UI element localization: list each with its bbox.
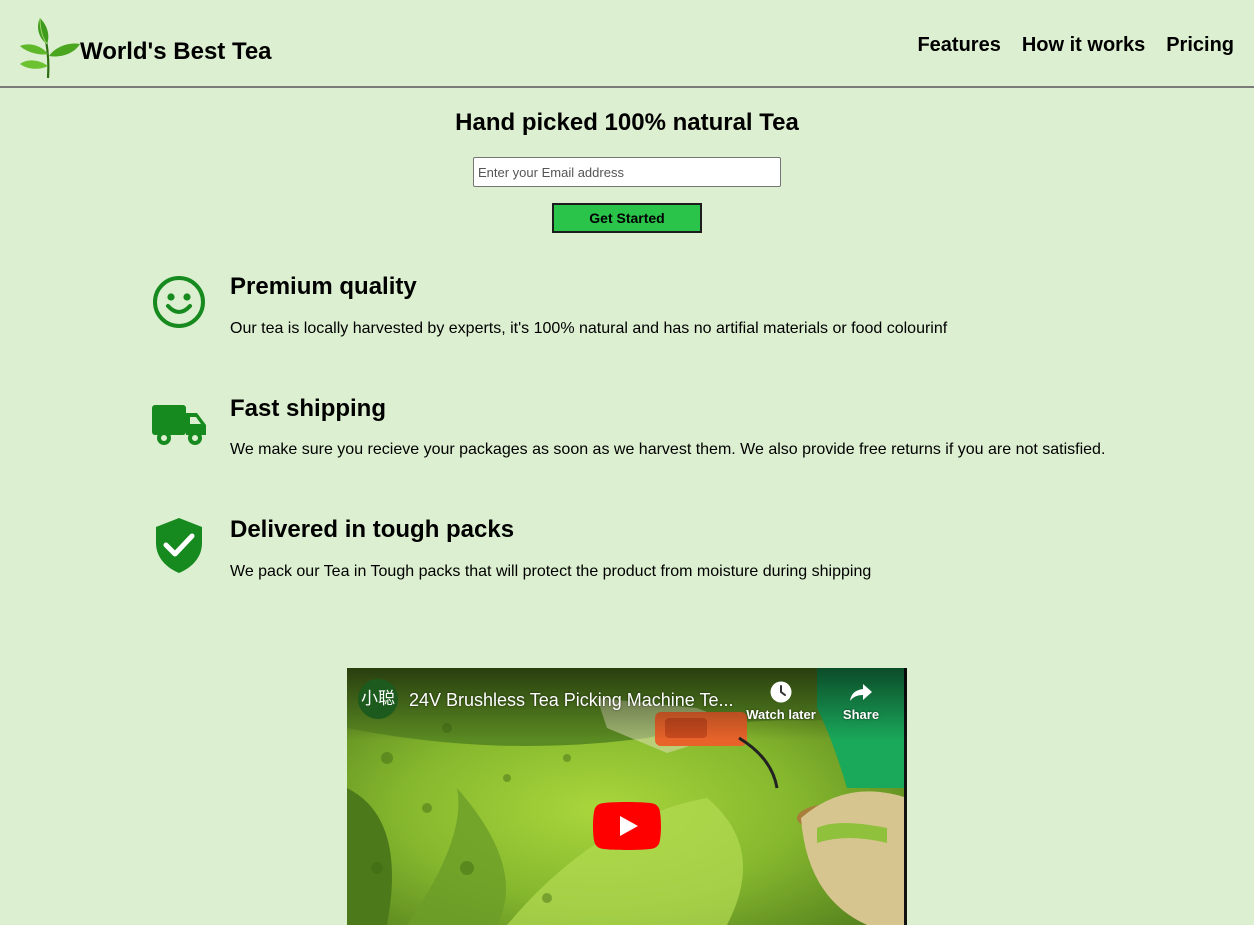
feature-title: Delivered in tough packs [230,516,515,543]
feature-text: We pack our Tea in Tough packs that will… [230,563,872,580]
site-header: World's Best Tea Features How it works P… [0,0,1254,88]
feature-text: We make sure you recieve your packages a… [230,441,1106,458]
brand-name: World's Best Tea [80,38,272,65]
email-input[interactable] [473,157,781,187]
nav-link-features[interactable]: Features [917,32,1000,58]
truck-icon [152,405,206,445]
feature-text: Our tea is locally harvested by experts,… [230,320,948,337]
play-icon[interactable] [593,802,661,850]
video-title[interactable]: 24V Brushless Tea Picking Machine Te... [409,688,734,712]
watch-later-button[interactable]: Watch later [741,680,821,723]
smile-icon [153,276,205,328]
main-nav: Features How it works Pricing [896,32,1234,58]
tea-leaf-logo-icon[interactable] [18,16,82,80]
feature-title: Premium quality [230,273,417,300]
nav-link-how-it-works[interactable]: How it works [1022,32,1145,58]
channel-avatar[interactable]: 小聪 [358,679,398,719]
watch-later-label: Watch later [746,707,816,722]
video-embed[interactable]: 小聪 24V Brushless Tea Picking Machine Te.… [347,668,907,925]
hero-title: Hand picked 100% natural Tea [455,109,799,136]
share-label: Share [842,707,880,722]
get-started-button[interactable]: Get Started [552,203,702,233]
clock-icon [770,681,792,703]
shield-check-icon [156,518,202,573]
feature-title: Fast shipping [230,395,386,422]
share-button[interactable]: Share [821,680,901,723]
nav-link-pricing[interactable]: Pricing [1166,32,1234,58]
share-icon [850,684,872,701]
